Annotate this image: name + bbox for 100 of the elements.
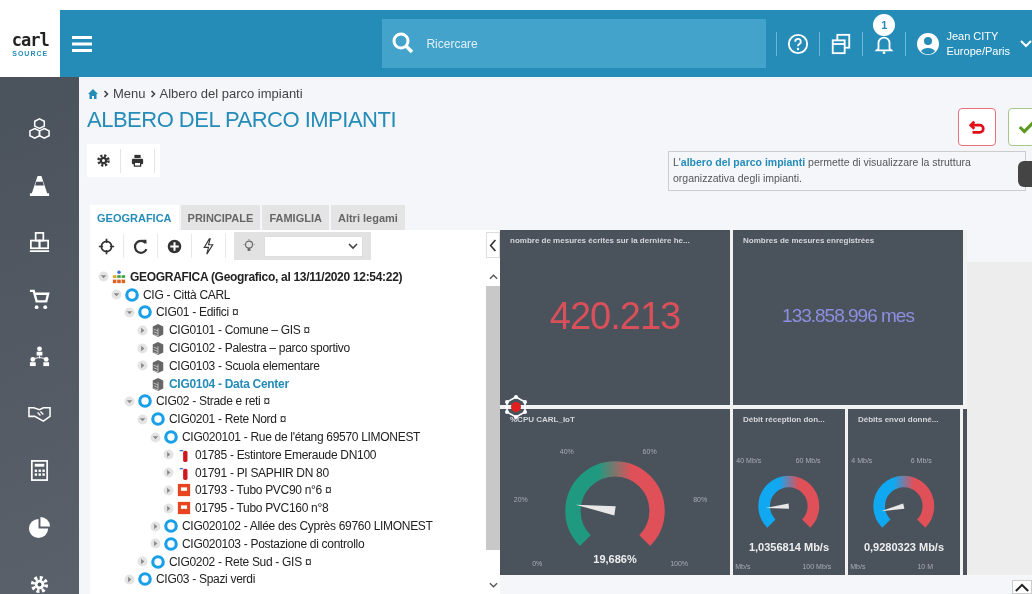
undo-icon — [968, 118, 986, 136]
pallet-icon[interactable] — [28, 231, 51, 254]
ring-icon — [164, 430, 178, 445]
tree-item[interactable]: CIG0102 - Palestra – parco sportivo — [168, 341, 351, 356]
crosshair-icon[interactable] — [98, 237, 115, 255]
tree-item[interactable]: CIG020103 - Postazione di controllo — [181, 536, 366, 551]
extinguisher-icon — [177, 465, 191, 480]
settings-icon[interactable] — [28, 573, 51, 594]
expand-toggle[interactable] — [163, 502, 174, 514]
print-icon[interactable] — [130, 153, 145, 168]
windows-icon[interactable] — [830, 32, 853, 55]
tree-item[interactable]: CIG0202 - Rete Sud - GIS ¤ — [168, 554, 313, 569]
tree-item[interactable]: CIG0101 - Comune – GIS ¤ — [168, 323, 311, 338]
tree-item[interactable]: CIG0103 - Scuola elementare — [168, 358, 321, 373]
help-icon[interactable] — [787, 32, 810, 55]
refresh-icon[interactable] — [132, 237, 149, 255]
user-timezone: Europe/Paris — [946, 43, 1010, 59]
page-title: ALBERO DEL PARCO IMPIANTI — [87, 107, 397, 133]
home-icon[interactable] — [87, 87, 99, 100]
ring-icon — [164, 536, 178, 551]
pipe-icon — [177, 501, 191, 516]
help-tab[interactable] — [1018, 161, 1032, 187]
expand-toggle[interactable] — [137, 556, 148, 568]
scroll-top-button[interactable] — [1012, 580, 1032, 594]
tree-item[interactable]: CIG02 - Strade e reti ¤ — [155, 394, 271, 409]
undo-button[interactable] — [958, 108, 996, 146]
cubes-icon[interactable] — [28, 117, 51, 140]
chevron-down-icon[interactable] — [1020, 39, 1032, 48]
expand-toggle[interactable] — [150, 431, 161, 443]
building-icon — [151, 358, 165, 373]
expand-toggle[interactable] — [111, 289, 122, 301]
tree-item[interactable]: 01785 - Estintore Emeraude DN100 — [194, 447, 378, 462]
expand-toggle[interactable] — [137, 342, 148, 354]
expand-toggle[interactable] — [98, 271, 109, 283]
building-icon — [151, 341, 165, 356]
pie-chart-icon[interactable] — [28, 516, 51, 539]
tree-item[interactable]: 01791 - PI SAPHIR DN 80 — [194, 465, 330, 480]
tree-item[interactable]: CIG01 - Edifici ¤ — [155, 305, 240, 320]
user-icon[interactable] — [916, 31, 941, 56]
tree-item[interactable]: 01795 - Tubo PVC160 n°8 — [194, 501, 330, 516]
expand-toggle[interactable] — [124, 307, 135, 318]
info-text: L'albero del parco impianti permette di visualizzare la struttura organizzativa degli impianti. — [668, 151, 1026, 191]
expand-toggle[interactable] — [163, 484, 174, 496]
user-name[interactable]: Jean CITY — [946, 28, 1010, 44]
network-icon — [504, 395, 528, 419]
expand-toggle[interactable] — [124, 573, 135, 585]
tab[interactable]: GEOGRAFICA — [90, 205, 179, 230]
cone-icon[interactable] — [28, 174, 51, 197]
building-icon — [151, 323, 165, 338]
expand-toggle[interactable] — [137, 413, 148, 425]
tree-item[interactable]: 01793 - Tubo PVC90 n°6 ¤ — [194, 483, 333, 498]
gauge-value: 0,9280323 Mb/s — [863, 541, 945, 553]
search-icon — [392, 32, 415, 54]
hierarchy-icon — [112, 269, 126, 284]
stat-value: 133.858.996 mes — [782, 305, 914, 328]
tile-title: Débits envoi donné... — [857, 414, 940, 424]
search-field[interactable]: Ricercare — [382, 19, 767, 68]
tile-title: %CPU CARL_IoT — [509, 414, 576, 424]
bolt-icon[interactable] — [200, 237, 217, 255]
tree-item[interactable]: CIG020102 - Allée des Cyprès 69760 LIMONEST — [181, 519, 434, 534]
scroll-down-icon[interactable] — [488, 582, 498, 588]
ring-icon — [138, 305, 152, 320]
org-chart-icon[interactable] — [28, 345, 51, 368]
cart-icon[interactable] — [28, 288, 51, 311]
plus-circle-icon[interactable] — [166, 237, 183, 255]
tree-item[interactable]: CIG0104 - Data Center — [168, 376, 290, 391]
extinguisher-icon — [177, 447, 191, 462]
breadcrumb-link[interactable]: Menu — [113, 86, 146, 101]
expand-toggle[interactable] — [163, 449, 174, 461]
tree-item[interactable]: CIG - Città CARL — [142, 287, 232, 302]
tree-item[interactable]: CIG0201 - Rete Nord ¤ — [168, 412, 288, 427]
tree-item[interactable]: CIG020101 - Rue de l'étang 69570 LIMONEST — [181, 430, 422, 445]
tile-title: nombre de mesures écrites sur la dernière he... — [509, 235, 691, 245]
ring-icon — [151, 554, 165, 569]
scroll-up-icon[interactable] — [488, 274, 498, 280]
expand-toggle[interactable] — [137, 324, 148, 336]
tile-title: Débit réception don... — [742, 414, 826, 424]
collapse-button[interactable] — [486, 232, 500, 258]
tab[interactable]: FAMIGLIA — [262, 205, 329, 230]
chevron-left-icon — [489, 238, 497, 252]
expand-toggle[interactable] — [163, 467, 174, 479]
tile-title: Nombres de mesures enregistrées — [742, 235, 876, 245]
expand-toggle[interactable] — [150, 520, 161, 532]
expand-toggle[interactable] — [150, 538, 161, 550]
breadcrumb-link[interactable]: Albero del parco impianti — [159, 86, 303, 101]
expand-toggle[interactable] — [137, 360, 148, 372]
calculator-icon[interactable] — [28, 459, 51, 482]
chevron-right-icon — [149, 89, 156, 98]
settings-icon[interactable] — [96, 153, 111, 168]
logo-wordmark: carl — [11, 30, 49, 50]
expand-toggle[interactable] — [124, 395, 135, 407]
ring-icon — [138, 394, 152, 409]
chevron-right-icon — [103, 89, 109, 98]
ring-icon — [125, 287, 139, 302]
tab[interactable]: PRINCIPALE — [180, 205, 261, 230]
menu-icon[interactable] — [72, 34, 93, 53]
tree-item[interactable]: GEOGRAFICA (Geografico, al 13/11/2020 12:54:22) — [129, 269, 404, 284]
gauge-value: 19,686% — [593, 553, 637, 565]
tab[interactable]: Altri legami — [330, 205, 405, 230]
tree-item[interactable]: CIG03 - Spazi verdi — [155, 572, 256, 587]
